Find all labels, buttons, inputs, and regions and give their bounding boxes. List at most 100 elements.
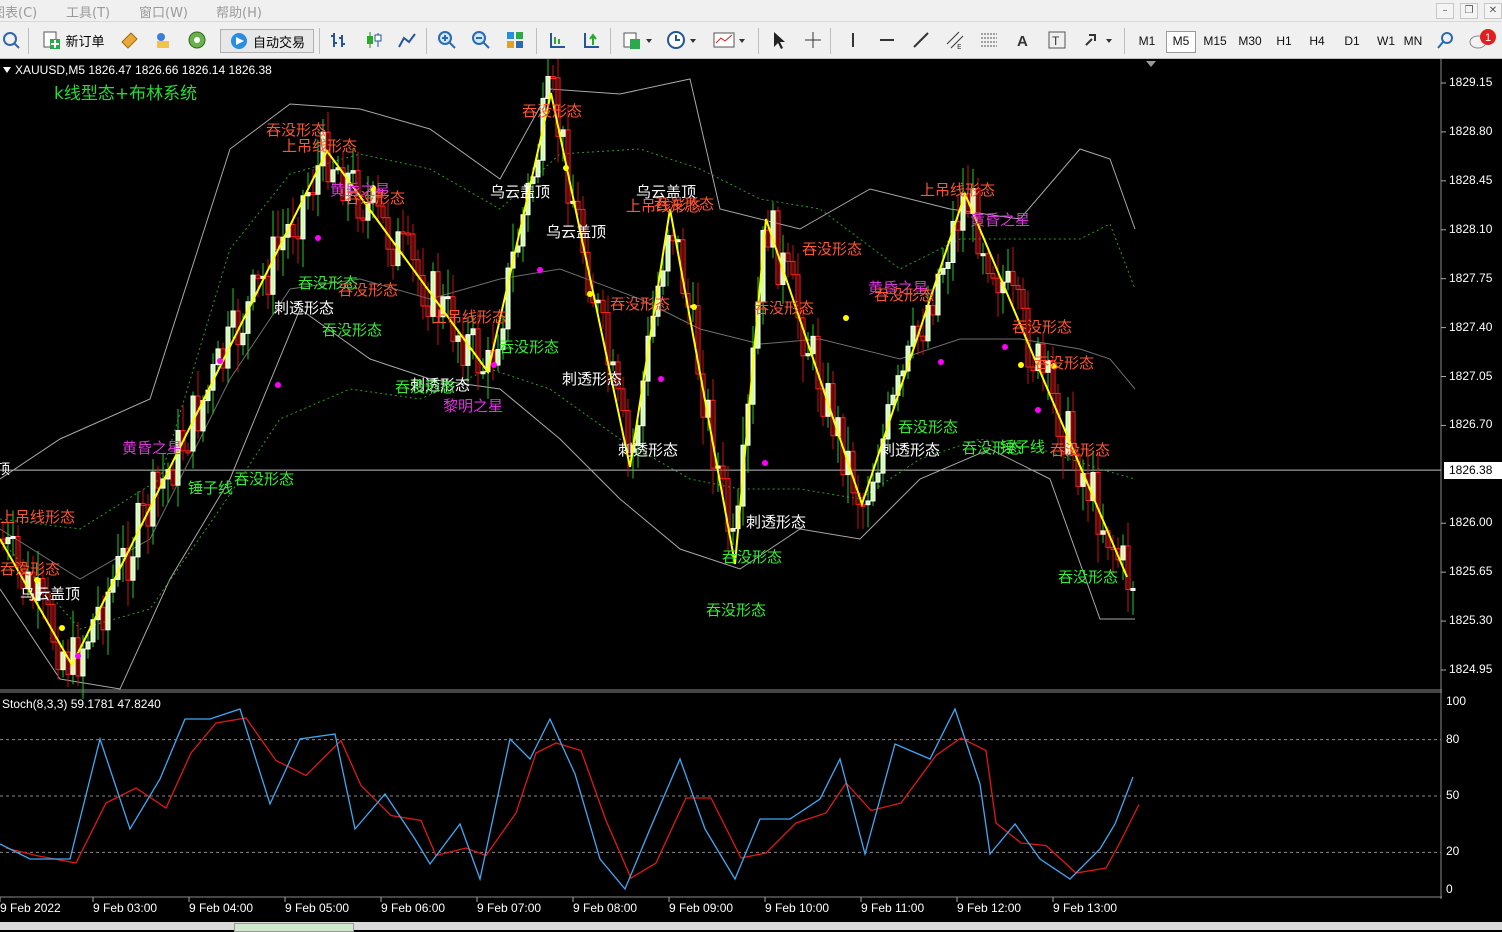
price-tick-label: 1828.45 (1449, 172, 1493, 187)
toolbar: 新订单 自动交易 E A T M1 M5 M15 M30 H1 H4 D1 W1… (0, 22, 1502, 59)
pattern-label-bear: 上吊线形态 (282, 137, 358, 155)
periods-dropdown-icon[interactable] (664, 29, 698, 51)
pattern-label-neutral: 乌云盖顶 (546, 223, 607, 241)
new-order-button[interactable]: 新订单 (36, 29, 110, 51)
menu-chart[interactable]: 图表(C) (0, 2, 37, 21)
pattern-label-bull: 吞没形态 (322, 321, 383, 339)
templates-dropdown-icon[interactable] (710, 29, 748, 51)
crosshair-icon[interactable] (802, 29, 824, 51)
zoom-in-icon[interactable] (436, 29, 458, 51)
candle-body (665, 235, 671, 272)
menu-window[interactable]: 窗口(W) (139, 2, 188, 21)
horizontal-line-icon[interactable] (876, 29, 898, 51)
timeframe-w1[interactable]: W1 (1372, 31, 1400, 51)
pattern-label-bear: 上吊线形态 (432, 308, 508, 326)
pattern-label-bear: 吞没形态 (802, 240, 863, 258)
timeframe-m5[interactable]: M5 (1166, 31, 1196, 53)
minimize-icon[interactable]: – (1436, 3, 1454, 19)
zoom-out-icon[interactable] (470, 29, 492, 51)
price-tick-label: 1827.40 (1449, 319, 1493, 334)
candle-body (560, 129, 566, 137)
timeframe-d1[interactable]: D1 (1338, 31, 1366, 51)
equidistant-channel-icon[interactable]: E (944, 29, 966, 51)
chart-tab-active[interactable] (234, 923, 354, 932)
new-order-icon (43, 31, 61, 49)
timeframe-mn[interactable]: MN (1402, 31, 1424, 51)
pattern-label-bull: 吞没形态 (722, 548, 783, 566)
candle-body (940, 267, 946, 275)
collapse-triangle-icon[interactable] (2, 66, 12, 74)
price-tick-label: 1828.80 (1449, 123, 1493, 138)
candle-body (610, 361, 616, 366)
text-tool-icon[interactable]: A (1012, 29, 1034, 51)
auto-trade-button[interactable]: 自动交易 (220, 29, 314, 53)
pattern-label-bear: 吞没形态 (1012, 318, 1073, 336)
candle-body (865, 500, 871, 506)
zoom-preview-icon[interactable] (0, 29, 22, 51)
signal-dot (658, 376, 664, 382)
notifications-icon[interactable]: 1 (1468, 29, 1498, 51)
symbol-header: XAUUSD,M5 1826.47 1826.66 1826.14 1826.3… (15, 63, 272, 77)
pattern-label-neutral: 刺透形态 (880, 441, 941, 459)
fibonacci-icon[interactable] (978, 29, 1000, 51)
time-tick-label: 9 Feb 04:00 (189, 901, 254, 915)
pattern-label-neutral: 乌云盖顶 (20, 585, 81, 603)
pattern-label-bull: 吞没形态 (706, 601, 767, 619)
menu-tools[interactable]: 工具(T) (66, 2, 110, 21)
candle-body (445, 296, 451, 300)
candle-body (105, 591, 111, 631)
navigator-icon[interactable] (152, 29, 174, 51)
timeframe-h1[interactable]: H1 (1270, 31, 1298, 51)
vertical-line-icon[interactable] (842, 29, 864, 51)
text-label-icon[interactable]: T (1046, 29, 1068, 51)
signal-dot (1035, 407, 1041, 413)
line-chart-icon[interactable] (396, 29, 418, 51)
pattern-label-bear: 吞没形态 (338, 281, 399, 299)
candle-body (870, 481, 876, 502)
timeframe-m30[interactable]: M30 (1236, 31, 1264, 51)
chart-shift-icon[interactable] (546, 29, 568, 51)
price-tick-label: 1827.75 (1449, 270, 1493, 285)
bar-chart-icon[interactable] (328, 29, 350, 51)
signal-dot (537, 267, 543, 273)
candlestick-icon[interactable] (362, 29, 384, 51)
stochastic-tick-label: 0 (1446, 882, 1453, 896)
arrows-dropdown-icon[interactable] (1080, 29, 1116, 51)
menu-help[interactable]: 帮助(H) (216, 2, 262, 21)
close-icon[interactable]: ✕ (1484, 3, 1502, 19)
signal-dot (1018, 362, 1024, 368)
svg-text:E: E (957, 43, 961, 50)
restore-icon[interactable]: ❐ (1460, 3, 1478, 19)
left-edge-fragment: 顶 (0, 462, 10, 478)
terminal-icon[interactable] (186, 29, 208, 51)
timeframe-m1[interactable]: M1 (1133, 31, 1161, 51)
menu-bar: 图表(C) 工具(T) 窗口(W) 帮助(H) – ❐ ✕ (0, 0, 1502, 22)
timeframe-m15[interactable]: M15 (1201, 31, 1229, 51)
indicators-dropdown-icon[interactable] (620, 29, 654, 51)
chart-window[interactable]: XAUUSD,M5 1826.47 1826.66 1826.14 1826.3… (0, 59, 1502, 930)
cursor-icon[interactable] (768, 29, 790, 51)
pattern-label-bull: 吞没形态 (1058, 568, 1119, 586)
chart-shift-marker-icon (1146, 61, 1156, 67)
candle-body (980, 253, 986, 257)
signal-dot (938, 359, 944, 365)
signal-dot (587, 291, 593, 297)
stochastic-header: Stoch(8,3,3) 59.1781 47.8240 (2, 697, 161, 711)
tile-windows-icon[interactable] (504, 29, 526, 51)
search-icon[interactable] (1434, 29, 1456, 51)
candle-body (1005, 270, 1011, 283)
market-watch-icon[interactable] (118, 29, 140, 51)
auto-scroll-icon[interactable] (580, 29, 602, 51)
pattern-label-bear: 吞没形态 (522, 102, 583, 120)
candle-body (545, 76, 551, 99)
candle-body (890, 394, 896, 406)
new-order-label: 新订单 (65, 34, 105, 50)
trend-line-icon[interactable] (910, 29, 932, 51)
timeframe-h4[interactable]: H4 (1303, 31, 1331, 51)
candle-body (240, 332, 246, 346)
signal-dot (491, 362, 497, 368)
signal-dot (59, 625, 65, 631)
signal-dot (275, 382, 281, 388)
candle-body (130, 556, 136, 581)
candle-body (1100, 530, 1106, 535)
